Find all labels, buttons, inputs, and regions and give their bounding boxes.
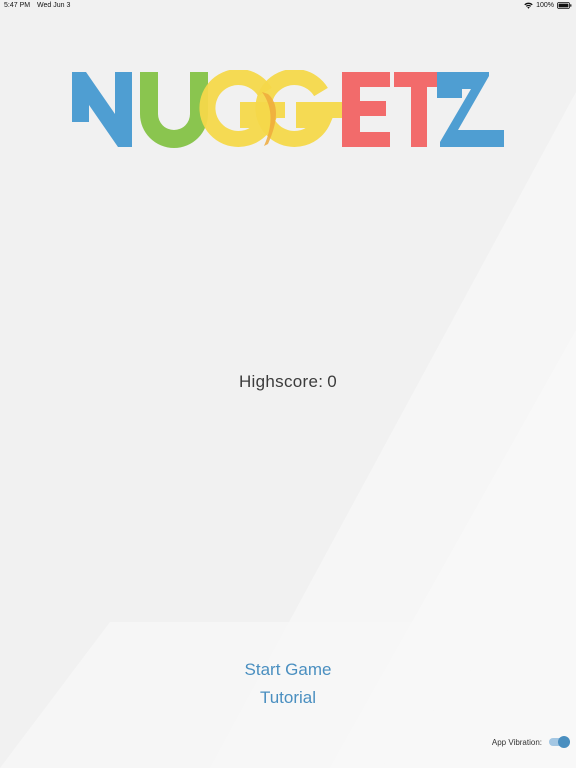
logo-letter-e: [342, 72, 390, 147]
toggle-knob: [558, 736, 570, 748]
logo-letter-t: [394, 72, 444, 147]
tutorial-button[interactable]: Tutorial: [188, 687, 388, 709]
status-indicators: 100%: [524, 1, 572, 9]
logo-letter-n: [72, 72, 132, 147]
nuggetz-logo: [72, 70, 504, 148]
highscore-display: Highscore: 0: [0, 372, 576, 392]
logo-letter-u: [140, 72, 208, 148]
logo-letter-z: [437, 72, 504, 147]
status-time: 5:47 PM: [4, 2, 31, 9]
battery-percent: 100%: [536, 2, 554, 9]
vibration-setting: App Vibration:: [492, 736, 570, 748]
status-date: Wed Jun 3: [37, 2, 71, 9]
vibration-label: App Vibration:: [491, 737, 542, 747]
highscore-label: Highscore:: [238, 372, 324, 391]
wifi-icon: [524, 2, 533, 9]
highscore-value: 0: [327, 372, 338, 391]
battery-icon: [557, 1, 572, 9]
status-bar: 5:47 PM Wed Jun 3 100%: [0, 0, 576, 12]
vibration-toggle[interactable]: [549, 736, 570, 748]
start-game-button[interactable]: Start Game: [188, 659, 388, 681]
